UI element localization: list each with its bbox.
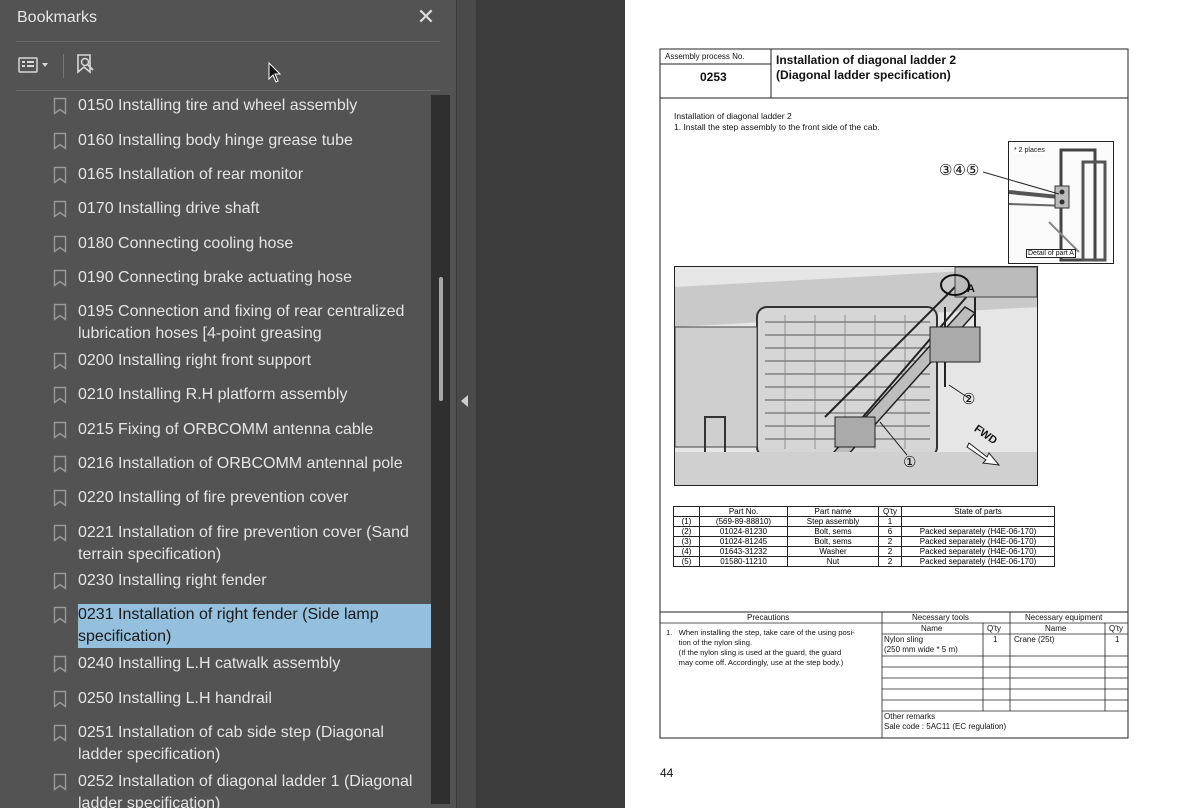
tools-name-header: Name	[921, 624, 943, 633]
bookmark-icon	[53, 655, 67, 673]
page-number: 44	[660, 766, 674, 780]
bookmark-icon	[53, 773, 67, 791]
bookmarks-toolbar	[0, 42, 456, 90]
bookmark-label: 0252 Installation of diagonal ladder 1 (…	[78, 773, 413, 808]
precaution-line: (If the nylon sling is used at the guard…	[666, 648, 842, 657]
sale-code: Sale code : 5AC11 (EC regulation)	[884, 722, 1007, 731]
bookmark-item[interactable]: 0150 Installing tire and wheel assembly	[0, 95, 432, 117]
bookmark-item[interactable]: 0160 Installing body hinge grease tube	[0, 130, 432, 152]
bookmark-item[interactable]: 0221 Installation of fire prevention cov…	[0, 522, 432, 566]
bookmark-icon	[53, 200, 67, 218]
bookmark-label: 0215 Fixing of ORBCOMM antenna cable	[78, 421, 374, 438]
bookmark-label: 0210 Installing R.H platform assembly	[78, 386, 348, 403]
bookmark-item[interactable]: 0231 Installation of right fender (Side …	[0, 604, 432, 648]
bookmark-icon	[53, 724, 67, 742]
collapse-panel-icon[interactable]	[461, 395, 468, 407]
close-icon[interactable]: ✕	[415, 5, 437, 29]
bookmark-item[interactable]: 0180 Connecting cooling hose	[0, 233, 432, 255]
find-bookmark-icon	[77, 54, 94, 74]
bookmark-label: 0180 Connecting cooling hose	[78, 235, 294, 252]
panel-title: Bookmarks	[17, 9, 98, 26]
equipment-label: Necessary equipment	[1025, 613, 1103, 622]
bookmark-icon	[53, 132, 67, 150]
bookmark-item[interactable]: 0215 Fixing of ORBCOMM antenna cable	[0, 419, 432, 441]
bookmark-icon	[53, 421, 67, 439]
bookmark-icon	[53, 386, 67, 404]
bookmark-item[interactable]: 0195 Connection and fixing of rear centr…	[0, 301, 432, 345]
bookmark-label: 0251 Installation of cab side step (Diag…	[78, 724, 384, 763]
bookmark-icon	[53, 455, 67, 473]
tools-label: Necessary tools	[912, 613, 969, 622]
scrollbar-thumb[interactable]	[439, 277, 443, 401]
bookmark-icon	[53, 97, 67, 115]
tool-qty: 1	[993, 635, 998, 644]
toolbar-separator	[63, 54, 64, 78]
bookmark-label: 0231 Installation of right fender (Side …	[78, 604, 432, 648]
options-menu-button[interactable]	[14, 50, 56, 80]
bookmark-item[interactable]: 0210 Installing R.H platform assembly	[0, 384, 432, 406]
bookmark-icon	[53, 572, 67, 590]
bookmark-icon	[53, 489, 67, 507]
bookmark-item[interactable]: 0165 Installation of rear monitor	[0, 164, 432, 186]
bookmark-label: 0160 Installing body hinge grease tube	[78, 132, 353, 149]
bookmark-item[interactable]: 0200 Installing right front support	[0, 350, 432, 372]
bookmark-item[interactable]: 0220 Installing of fire prevention cover	[0, 487, 432, 509]
precaution-line: tion of the nylon sling.	[666, 638, 753, 647]
bookmark-item[interactable]: 0252 Installation of diagonal ladder 1 (…	[0, 771, 432, 808]
bookmark-label: 0221 Installation of fire prevention cov…	[78, 524, 409, 563]
bookmark-label: 0165 Installation of rear monitor	[78, 166, 304, 183]
equipment-name-header: Name	[1045, 624, 1067, 633]
bookmark-label: 0200 Installing right front support	[78, 352, 312, 369]
bookmark-item[interactable]: 0240 Installing L.H catwalk assembly	[0, 653, 432, 675]
bookmark-label: 0240 Installing L.H catwalk assembly	[78, 655, 341, 672]
bookmark-list: 0150 Installing tire and wheel assembly 0…	[0, 91, 432, 808]
bookmark-icon	[53, 524, 67, 542]
bookmark-item[interactable]: 0190 Connecting brake actuating hose	[0, 267, 432, 289]
list-options-icon	[18, 57, 48, 73]
tool-spec: (250 mm wide * 5 m)	[884, 645, 958, 654]
bookmark-icon	[53, 352, 67, 370]
document-page: Assembly process No. 0253 Installation o…	[625, 0, 1200, 808]
bookmark-label: 0220 Installing of fire prevention cover	[78, 489, 349, 506]
equipment-qty-header: Q'ty	[1109, 624, 1123, 633]
scrollbar[interactable]	[431, 95, 450, 804]
tool-name: Nylon sling	[884, 635, 924, 644]
bookmark-label: 0190 Connecting brake actuating hose	[78, 269, 352, 286]
bookmark-icon	[53, 235, 67, 253]
bookmark-item[interactable]: 0170 Installing drive shaft	[0, 198, 432, 220]
bookmark-icon	[53, 690, 67, 708]
footer-grid	[660, 612, 1128, 738]
equipment-name: Crane (25t)	[1014, 635, 1055, 644]
bookmark-label: 0150 Installing tire and wheel assembly	[78, 97, 358, 114]
bookmark-item[interactable]: 0251 Installation of cab side step (Diag…	[0, 722, 432, 766]
bookmark-icon	[53, 606, 67, 624]
bookmark-icon	[53, 166, 67, 184]
bookmark-item[interactable]: 0230 Installing right fender	[0, 570, 432, 592]
tools-qty-header: Q'ty	[987, 624, 1001, 633]
bookmark-item[interactable]: 0216 Installation of ORBCOMM antennal po…	[0, 453, 432, 475]
precautions-text: 1. When installing the step, take care o…	[666, 628, 855, 668]
equipment-qty: 1	[1115, 635, 1120, 644]
precautions-label: Precautions	[747, 613, 790, 622]
bookmark-label: 0250 Installing L.H handrail	[78, 690, 272, 707]
precaution-line: may come off. Accordingly, use at the st…	[666, 658, 844, 667]
find-bookmark-button[interactable]	[72, 50, 100, 80]
bookmark-item[interactable]: 0250 Installing L.H handrail	[0, 688, 432, 710]
bookmark-label: 0216 Installation of ORBCOMM antennal po…	[78, 455, 403, 472]
mouse-cursor-icon	[268, 62, 282, 83]
bookmark-label: 0195 Connection and fixing of rear centr…	[78, 303, 405, 342]
precaution-line: 1. When installing the step, take care o…	[666, 628, 855, 637]
other-remarks-label: Other remarks	[884, 712, 936, 721]
bookmarks-panel: Bookmarks ✕ 0150 Installing tire and whe…	[0, 0, 457, 808]
bookmark-label: 0230 Installing right fender	[78, 572, 267, 589]
bookmark-icon	[53, 269, 67, 287]
bookmark-label: 0170 Installing drive shaft	[78, 200, 260, 217]
bookmark-icon	[53, 303, 67, 321]
